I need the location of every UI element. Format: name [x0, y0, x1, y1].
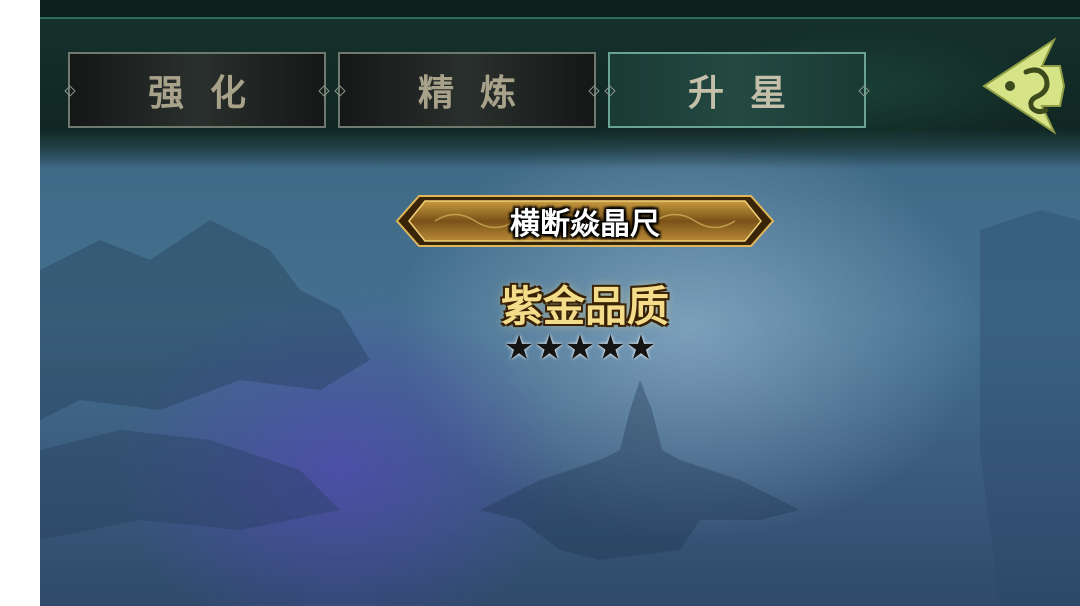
- tab-strengthen-label: 强化: [147, 73, 272, 114]
- back-button[interactable]: [980, 36, 1070, 136]
- tab-refine[interactable]: 精炼: [338, 52, 596, 128]
- item-quality: 紫金品质: [500, 281, 669, 331]
- back-arrow-icon: [982, 37, 1066, 135]
- tab-strengthen[interactable]: 强化: [68, 52, 326, 128]
- upgrade-screen: 强化 精炼 升星 横断焱晶尺 紫金品质 ★★★★★: [40, 0, 1080, 606]
- item-name: 横断焱晶尺: [510, 207, 660, 242]
- item-name-plate: 横断焱晶尺: [395, 190, 775, 252]
- tab-refine-label: 精炼: [417, 73, 542, 114]
- tab-star-up-label: 升星: [687, 73, 812, 114]
- tab-star-up[interactable]: 升星: [608, 52, 866, 128]
- top-bar: [40, 0, 1080, 19]
- star-rating: ★★★★★: [503, 328, 657, 368]
